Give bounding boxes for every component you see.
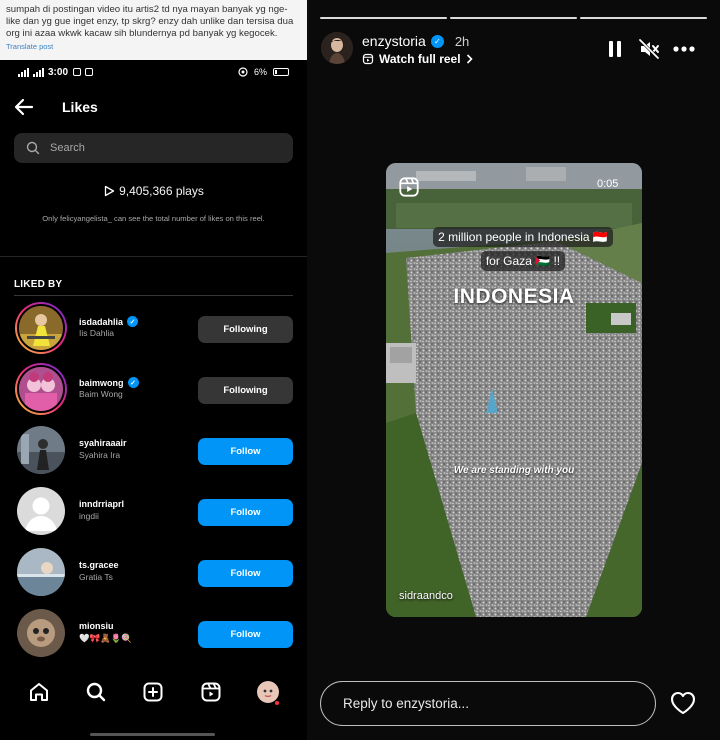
home-indicator xyxy=(90,733,215,736)
phone-status-bar: 3:00 6% xyxy=(0,62,307,82)
battery-icon xyxy=(273,68,289,76)
follow-button[interactable]: Follow xyxy=(198,621,293,648)
reel-headline: INDONESIA xyxy=(453,285,575,308)
search-icon xyxy=(26,141,40,155)
username[interactable]: ts.gracee xyxy=(79,560,119,570)
hotspot-icon xyxy=(238,67,248,77)
follow-button[interactable]: Follow xyxy=(198,438,293,465)
full-name: 🤍🎀🧸🌷🍭 xyxy=(79,633,132,643)
likes-screenshot-panel: sumpah di postingan video itu artis2 td … xyxy=(0,0,307,740)
follow-button[interactable]: Follow xyxy=(198,560,293,587)
user-row[interactable]: mionsiu 🤍🎀🧸🌷🍭 Follow xyxy=(0,603,307,659)
full-name: Syahira Ira xyxy=(79,450,121,460)
username[interactable]: syahiraaair xyxy=(79,438,127,448)
reel-caption-text: 2 million people in Indonesia 🇮🇩 for Gaz… xyxy=(433,227,613,271)
reel-subtitle: We are standing with you xyxy=(453,465,575,476)
user-row[interactable]: syahiraaair Syahira Ira Follow xyxy=(0,420,307,476)
story-progress-segment xyxy=(320,17,447,19)
tweet-text: sumpah di postingan video itu artis2 td … xyxy=(6,4,294,39)
story-author-avatar[interactable] xyxy=(321,32,353,64)
watch-full-reel-link[interactable]: Watch full reel xyxy=(362,52,473,66)
story-time-ago: 2h xyxy=(454,33,470,49)
play-icon xyxy=(104,185,115,197)
avatar[interactable] xyxy=(15,363,67,415)
back-arrow-icon[interactable] xyxy=(12,95,36,119)
reels-icon[interactable] xyxy=(199,680,223,704)
likes-header: Likes xyxy=(0,92,307,122)
tweet-snippet: sumpah di postingan video itu artis2 td … xyxy=(0,0,307,60)
avatar[interactable] xyxy=(17,487,65,535)
full-name: Iis Dahlia xyxy=(79,328,114,338)
translate-post-link[interactable]: Translate post xyxy=(6,42,301,51)
pause-icon[interactable] xyxy=(607,40,623,58)
page-title: Likes xyxy=(62,99,98,115)
reel-caption: 2 million people in Indonesia 🇮🇩 for Gaz… xyxy=(427,225,619,273)
follow-button[interactable]: Follow xyxy=(198,499,293,526)
bottom-navigation xyxy=(0,668,307,716)
reel-video[interactable]: 0:05 2 million people in Indonesia 🇮🇩 fo… xyxy=(386,163,642,617)
instagram-notification-icon xyxy=(73,68,82,76)
status-time: 3:00 xyxy=(48,66,69,78)
user-row[interactable]: isdadahlia ✓ Iis Dahlia Following xyxy=(0,298,307,354)
divider xyxy=(0,256,307,257)
watch-full-reel-label[interactable]: Watch full reel xyxy=(379,52,461,66)
story-progress-segment xyxy=(580,17,707,19)
reels-icon xyxy=(362,53,374,65)
full-name: Baim Wong xyxy=(79,389,123,399)
avatar[interactable] xyxy=(15,302,67,354)
home-icon[interactable] xyxy=(27,680,51,704)
reel-timer: 0:05 xyxy=(597,178,619,190)
plays-count: 9,405,366 plays xyxy=(0,184,307,198)
plays-count-text: 9,405,366 plays xyxy=(119,184,204,198)
story-header: enzystoria ✓ 2h xyxy=(362,33,469,49)
search-bar[interactable] xyxy=(14,133,293,163)
create-icon[interactable] xyxy=(141,680,165,704)
story-username[interactable]: enzystoria xyxy=(362,33,426,49)
divider xyxy=(14,295,293,296)
reel-credit: sidraandco xyxy=(399,590,453,602)
following-button[interactable]: Following xyxy=(198,316,293,343)
likes-visibility-note: Only felicyangelista_ can see the total … xyxy=(42,214,265,223)
username[interactable]: isdadahlia xyxy=(79,317,123,327)
reply-field[interactable] xyxy=(320,681,656,726)
heart-icon[interactable] xyxy=(670,691,696,715)
verified-badge-icon: ✓ xyxy=(127,377,139,388)
story-viewer: enzystoria ✓ 2h Watch full reel 0:05 2 m… xyxy=(307,0,720,740)
full-name: ingdii xyxy=(79,511,99,521)
notification-dot xyxy=(275,701,279,705)
user-row[interactable]: inndrriaprl ingdii Follow xyxy=(0,481,307,537)
full-name: Gratia Ts xyxy=(79,572,113,582)
following-button[interactable]: Following xyxy=(198,377,293,404)
user-row[interactable]: baimwong ✓ Baim Wong Following xyxy=(0,359,307,415)
chevron-right-icon xyxy=(466,54,473,64)
avatar[interactable] xyxy=(17,426,65,474)
avatar[interactable] xyxy=(17,609,65,657)
battery-percent: 6% xyxy=(253,67,267,77)
verified-badge-icon: ✓ xyxy=(430,34,444,48)
reply-input[interactable] xyxy=(343,696,633,711)
username[interactable]: mionsiu xyxy=(79,621,114,631)
liked-by-heading: LIKED BY xyxy=(14,279,63,290)
mute-icon[interactable] xyxy=(638,38,660,60)
username[interactable]: baimwong xyxy=(79,378,124,388)
user-row[interactable]: ts.gracee Gratia Ts Follow xyxy=(0,542,307,598)
search-input[interactable] xyxy=(50,142,270,154)
signal-icon xyxy=(18,67,29,77)
story-progress-segment xyxy=(450,17,577,19)
verified-badge-icon: ✓ xyxy=(127,316,139,327)
more-options-icon[interactable] xyxy=(672,45,696,53)
message-notification-icon xyxy=(85,68,94,76)
username[interactable]: inndrriaprl xyxy=(79,499,124,509)
reels-icon xyxy=(399,177,419,197)
search-icon[interactable] xyxy=(84,680,108,704)
avatar[interactable] xyxy=(17,548,65,596)
signal-icon xyxy=(33,67,44,77)
